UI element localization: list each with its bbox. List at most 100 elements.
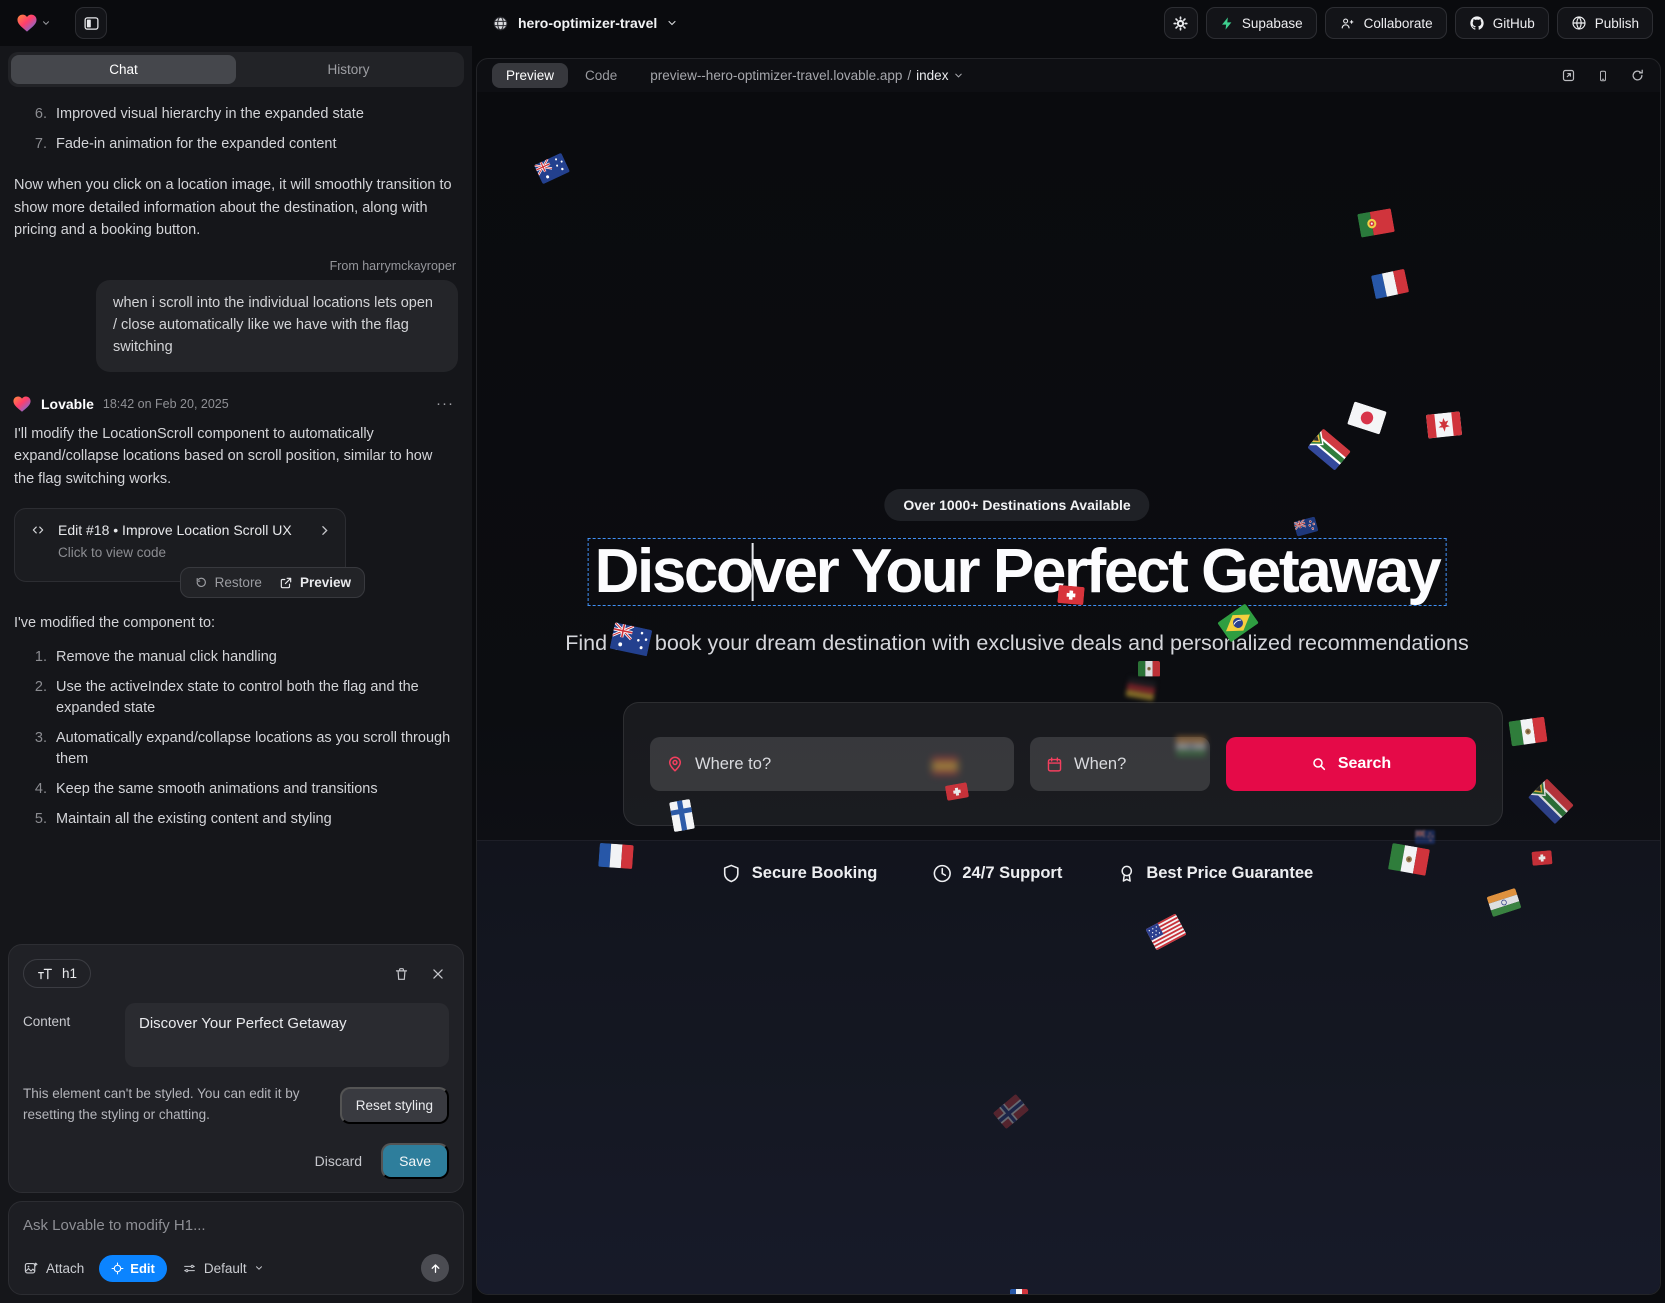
assistant-message-header: Lovable 18:42 on Feb 20, 2025 ···: [12, 395, 458, 413]
list-item: 7.Fade-in animation for the expanded con…: [12, 129, 458, 159]
flag-france-icon: [1371, 269, 1409, 299]
edit-card-subtitle: Click to view code: [58, 545, 331, 560]
search-label: Search: [1338, 755, 1391, 773]
mobile-view-icon[interactable]: [1597, 68, 1609, 84]
restore-preview-pill: Restore Preview: [180, 567, 365, 598]
hero-title-selection[interactable]: Discover Your Perfect Getaway: [588, 538, 1447, 606]
chevron-down-icon: [254, 1263, 264, 1273]
element-tag-chip[interactable]: h1: [23, 959, 91, 988]
tab-chat[interactable]: Chat: [11, 55, 236, 84]
github-button[interactable]: GitHub: [1455, 7, 1549, 39]
url-path: index: [916, 68, 948, 83]
chevron-right-icon: [318, 524, 331, 537]
supabase-button[interactable]: Supabase: [1206, 7, 1317, 39]
assistant-paragraph: Now when you click on a location image, …: [14, 174, 456, 241]
sidebar-panel-icon: [83, 15, 100, 32]
url-separator: /: [907, 68, 911, 83]
from-label: From harrymckayroper: [14, 259, 456, 273]
edit-mode-pill[interactable]: Edit: [99, 1255, 167, 1282]
list-item: 1.Remove the manual click handling: [12, 643, 458, 673]
preview-button[interactable]: Preview: [279, 575, 351, 590]
shield-icon: [721, 863, 742, 884]
lovable-logo-menu[interactable]: [12, 9, 55, 37]
github-icon: [1469, 15, 1485, 31]
assistant-paragraph: I'll modify the LocationScroll component…: [14, 423, 456, 490]
discard-button[interactable]: Discard: [315, 1153, 362, 1169]
features-row: Secure Booking24/7 SupportBest Price Gua…: [721, 863, 1313, 884]
code-icon: [29, 523, 47, 537]
flag-portugal-icon: [1357, 208, 1395, 237]
attach-button[interactable]: Attach: [23, 1261, 84, 1276]
content-label: Content: [23, 1003, 125, 1067]
attach-label: Attach: [46, 1261, 84, 1276]
preview-toolbar: Preview Code preview--hero-optimizer-tra…: [477, 59, 1660, 92]
default-label: Default: [204, 1261, 247, 1276]
feature-label: Secure Booking: [752, 864, 878, 883]
assistant-timestamp: 18:42 on Feb 20, 2025: [103, 397, 229, 411]
chat-scroll-area[interactable]: 6.Improved visual hierarchy in the expan…: [0, 87, 472, 938]
chat-input-placeholder: Ask Lovable to modify H1...: [23, 1217, 449, 1234]
feature-label: 24/7 Support: [962, 864, 1062, 883]
calendar-icon: [1046, 756, 1063, 773]
when-input[interactable]: When?: [1030, 737, 1210, 791]
chevron-down-icon: [41, 18, 51, 28]
send-button[interactable]: [421, 1254, 449, 1282]
destinations-badge: Over 1000+ Destinations Available: [884, 489, 1149, 521]
settings-button[interactable]: [1164, 7, 1198, 39]
list-item: 4.Keep the same smooth animations and tr…: [12, 775, 458, 805]
preview-viewport[interactable]: Over 1000+ Destinations Available Discov…: [477, 92, 1660, 1294]
flag-australia-icon: [534, 152, 570, 184]
hero-subtitle: Find and book your dream destination wit…: [565, 631, 1469, 656]
message-menu-button[interactable]: ···: [432, 395, 458, 412]
content-textarea[interactable]: Discover Your Perfect Getaway: [125, 1003, 449, 1067]
publish-button[interactable]: Publish: [1557, 7, 1653, 39]
reset-styling-button[interactable]: Reset styling: [340, 1087, 449, 1124]
list-item: 2.Use the activeIndex state to control b…: [12, 673, 458, 724]
target-icon: [111, 1262, 124, 1275]
top-bar: hero-optimizer-travel Supabase Collabor: [0, 0, 1665, 46]
restore-icon: [194, 576, 208, 590]
element-editor-panel: h1 Content Discover Your Perfect Getaway…: [8, 944, 464, 1193]
feature-item: Secure Booking: [721, 863, 878, 884]
search-icon: [1311, 756, 1327, 772]
refresh-icon[interactable]: [1630, 68, 1645, 83]
trash-icon[interactable]: [394, 966, 409, 982]
editor-note: This element can't be styled. You can ed…: [23, 1084, 326, 1126]
edit-label: Edit: [130, 1261, 155, 1276]
flag-south-africa-icon: [1307, 429, 1351, 471]
chat-input-box[interactable]: Ask Lovable to modify H1... Attach Edit …: [8, 1201, 464, 1295]
sliders-icon: [182, 1262, 197, 1275]
toggle-sidebar-button[interactable]: [75, 7, 107, 39]
publish-globe-icon: [1571, 15, 1587, 31]
chat-list-bottom: 1.Remove the manual click handling2.Use …: [12, 643, 458, 835]
chevron-down-icon: [666, 17, 678, 29]
flag-mexico-icon: [1508, 717, 1547, 747]
flag-canada-icon: [1426, 411, 1462, 438]
when-placeholder: When?: [1074, 755, 1126, 774]
globe-icon: [492, 15, 509, 32]
chevron-down-icon: [953, 70, 964, 81]
flag-japan-icon: [1347, 401, 1387, 434]
search-button[interactable]: Search: [1226, 737, 1476, 791]
tab-preview[interactable]: Preview: [492, 63, 568, 88]
default-mode-button[interactable]: Default: [182, 1261, 264, 1276]
restore-label: Restore: [215, 575, 262, 590]
element-tag-label: h1: [62, 966, 77, 981]
chat-list-top: 6.Improved visual hierarchy in the expan…: [12, 99, 458, 159]
publish-label: Publish: [1595, 16, 1639, 31]
list-item: 6.Improved visual hierarchy in the expan…: [12, 99, 458, 129]
close-icon[interactable]: [431, 967, 445, 981]
tab-code[interactable]: Code: [585, 68, 617, 83]
hero-title[interactable]: Discover Your Perfect Getaway: [595, 539, 1440, 605]
search-bar: Where to? When? Search: [623, 702, 1503, 826]
restore-button[interactable]: Restore: [194, 575, 262, 590]
collaborate-button[interactable]: Collaborate: [1325, 7, 1447, 39]
project-selector[interactable]: hero-optimizer-travel: [492, 15, 678, 32]
edit-card[interactable]: Edit #18 • Improve Location Scroll UX Cl…: [14, 508, 346, 582]
tab-history[interactable]: History: [236, 55, 461, 84]
where-to-input[interactable]: Where to?: [650, 737, 1014, 791]
save-button[interactable]: Save: [381, 1143, 449, 1179]
assistant-name: Lovable: [41, 396, 94, 412]
open-external-icon[interactable]: [1561, 68, 1576, 83]
preview-url[interactable]: preview--hero-optimizer-travel.lovable.a…: [650, 68, 964, 83]
